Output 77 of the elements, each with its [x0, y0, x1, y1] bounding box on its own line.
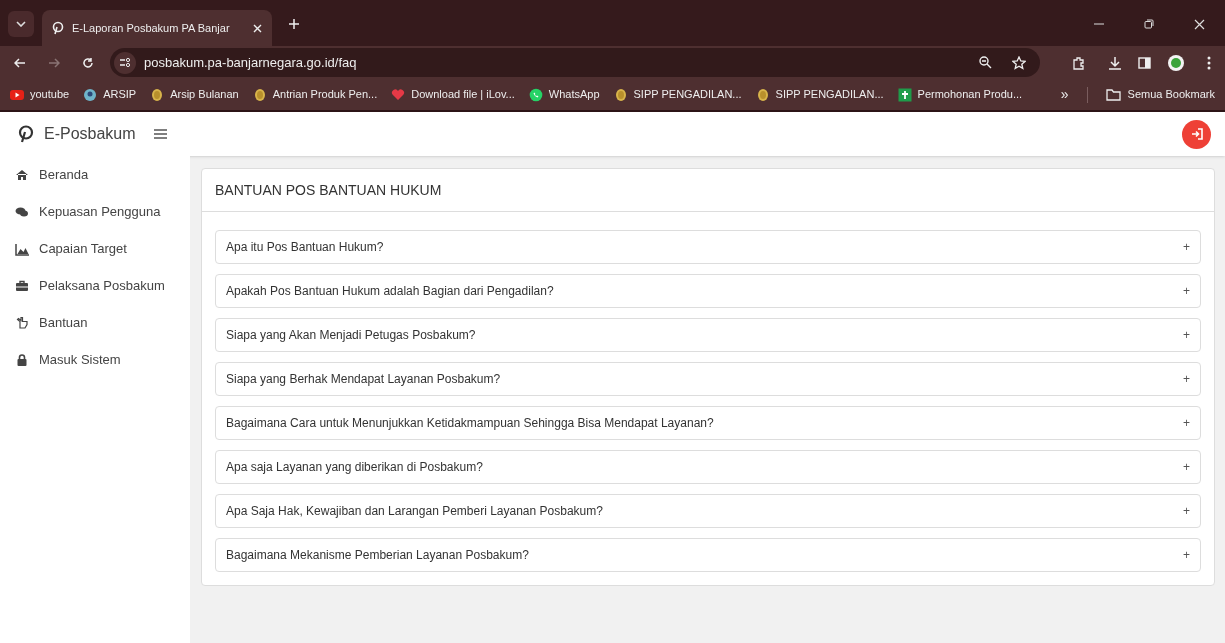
- briefcase-icon: [15, 279, 29, 293]
- forward-arrow-icon[interactable]: [48, 56, 60, 69]
- bookmark-item[interactable]: Permohonan Produ...: [897, 86, 1023, 103]
- sidebar-item[interactable]: Bantuan: [0, 312, 190, 334]
- home-icon: [15, 168, 29, 182]
- coin-icon: [613, 87, 628, 102]
- tab-title: E-Laporan Posbakum PA Banjar: [72, 20, 231, 36]
- faq-item[interactable]: Siapa yang Berhak Mendapat Layanan Posbakum? +: [215, 362, 1201, 396]
- expand-toggle[interactable]: +: [1183, 282, 1190, 300]
- pointing-hand-icon: [15, 316, 29, 330]
- expand-toggle[interactable]: +: [1183, 502, 1190, 520]
- lock-icon: [15, 353, 29, 367]
- tab-list-button[interactable]: [8, 11, 34, 37]
- url-text: posbakum.pa-banjarnegara.go.id/faq: [144, 53, 358, 72]
- coin-icon: [150, 87, 165, 102]
- bookmark-item[interactable]: Download file | iLov...: [391, 86, 515, 103]
- expand-toggle[interactable]: +: [1183, 238, 1190, 256]
- bookmark-item[interactable]: ARSIP: [83, 86, 137, 103]
- address-bar[interactable]: posbakum.pa-banjarnegara.go.id/faq: [110, 48, 1040, 77]
- puzzle-icon[interactable]: [1072, 55, 1086, 70]
- speech-bubbles-icon: [15, 205, 29, 219]
- faq-item[interactable]: Apa itu Pos Bantuan Hukum? +: [215, 230, 1201, 264]
- new-tab-icon[interactable]: [288, 18, 300, 30]
- app-brand[interactable]: E-Posbakum: [44, 122, 136, 146]
- reload-icon[interactable]: [82, 56, 94, 69]
- expand-toggle[interactable]: +: [1183, 370, 1190, 388]
- menu-icon[interactable]: [1207, 55, 1211, 70]
- faq-item[interactable]: Bagaimana Cara untuk Menunjukkan Ketidakmampuan Sehingga Bisa Mendapat Layanan? +: [215, 406, 1201, 440]
- all-bookmarks-button[interactable]: Semua Bookmark: [1105, 86, 1215, 103]
- bookmark-item[interactable]: Antrian Produk Pen...: [252, 86, 378, 103]
- browser-tab[interactable]: E-Laporan Posbakum PA Banjar: [42, 10, 272, 46]
- faq-item[interactable]: Apa saja Layanan yang diberikan di Posbakum? +: [215, 450, 1201, 484]
- faq-item[interactable]: Bagaimana Mekanisme Pemberian Layanan Posbakum? +: [215, 538, 1201, 572]
- pin-logo-icon: [52, 21, 64, 35]
- bookmark-item[interactable]: WhatsApp: [528, 86, 600, 103]
- faq-item[interactable]: Apa Saja Hak, Kewajiban dan Larangan Pemberi Layanan Posbakum? +: [215, 494, 1201, 528]
- chat-bubble-icon: [528, 87, 543, 102]
- sign-in-icon: [1190, 128, 1203, 140]
- heart-icon: [391, 87, 406, 102]
- pin-logo-icon: [18, 125, 34, 143]
- zoom-icon[interactable]: [979, 56, 992, 69]
- chevron-down-icon: [16, 21, 26, 27]
- expand-toggle[interactable]: +: [1183, 326, 1190, 344]
- expand-toggle[interactable]: +: [1183, 458, 1190, 476]
- globe-icon: [83, 87, 98, 102]
- sidebar-item[interactable]: Kepuasan Pengguna: [0, 201, 190, 223]
- download-icon[interactable]: [1108, 55, 1122, 70]
- close-icon[interactable]: [1194, 18, 1205, 30]
- sidebar-item[interactable]: Masuk Sistem: [0, 349, 190, 371]
- side-panel-icon[interactable]: [1138, 56, 1151, 69]
- restore-icon[interactable]: [1144, 18, 1154, 29]
- hamburger-menu-icon[interactable]: [153, 129, 167, 139]
- logout-button[interactable]: [1182, 119, 1211, 149]
- folder-icon: [1105, 88, 1121, 101]
- faq-item[interactable]: Siapa yang Akan Menjadi Petugas Posbakum? +: [215, 318, 1201, 352]
- bookmark-item[interactable]: SIPP PENGADILAN...: [613, 86, 742, 103]
- cross-icon: [897, 87, 912, 102]
- faq-item[interactable]: Apakah Pos Bantuan Hukum adalah Bagian dari Pengadilan? +: [215, 274, 1201, 308]
- sidebar-item[interactable]: Beranda: [0, 164, 190, 186]
- youtube-icon: [10, 87, 24, 102]
- area-chart-icon: [15, 242, 29, 256]
- expand-toggle[interactable]: +: [1183, 414, 1190, 432]
- bookmark-item[interactable]: youtube: [10, 86, 70, 103]
- bookmark-item[interactable]: Arsip Bulanan: [150, 86, 239, 103]
- profile-avatar-icon[interactable]: [1167, 53, 1185, 72]
- more-bookmarks-button[interactable]: »: [1060, 84, 1069, 105]
- card-title: BANTUAN POS BANTUAN HUKUM: [215, 180, 442, 200]
- back-arrow-icon[interactable]: [14, 56, 26, 69]
- coin-icon: [755, 87, 770, 102]
- site-settings-icon[interactable]: [119, 58, 131, 67]
- star-icon[interactable]: [1012, 55, 1026, 70]
- sidebar-item[interactable]: Capaian Target: [0, 238, 190, 260]
- coin-icon: [252, 87, 267, 102]
- bookmark-item[interactable]: SIPP PENGADILAN...: [755, 86, 884, 103]
- expand-toggle[interactable]: +: [1183, 546, 1190, 564]
- close-icon[interactable]: [253, 23, 262, 33]
- sidebar-item[interactable]: Pelaksana Posbakum: [0, 275, 190, 297]
